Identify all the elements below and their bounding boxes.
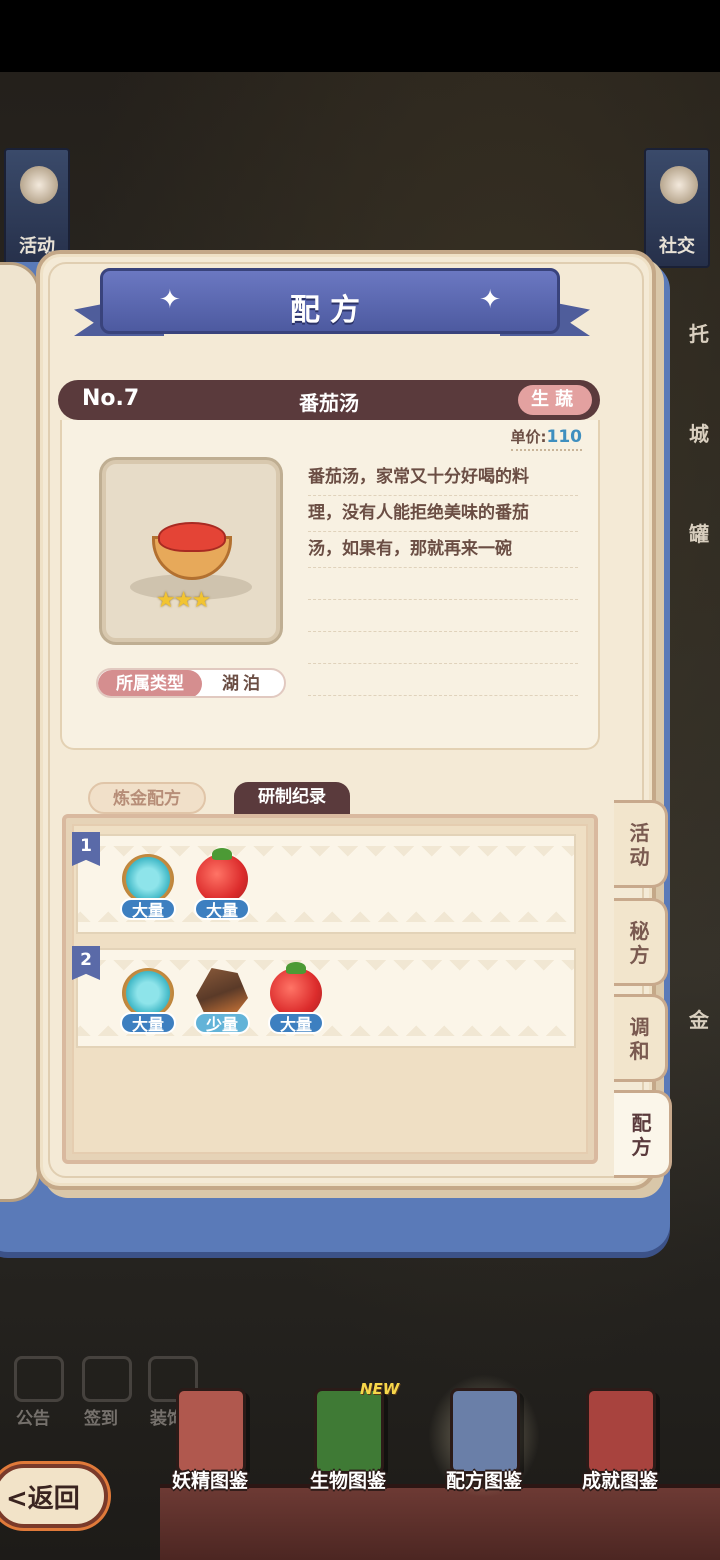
records-panel: 1 大量 大量 2 大量 少量 大量	[62, 814, 598, 1164]
nav-fairy-codex[interactable]: 妖精图鉴	[150, 1378, 270, 1498]
tab-alchemy-recipe[interactable]: 炼金配方	[88, 782, 206, 814]
item-type-key: 所属类型	[98, 670, 202, 696]
side-tab-secret[interactable]: 秘方	[614, 898, 668, 986]
item-description: 番茄汤，家常又十分好喝的料 理，没有人能拒绝美味的番茄 汤，如果有，那就再来一碗	[308, 460, 578, 696]
ingredient-quantity: 大量	[120, 1012, 176, 1034]
social-banner[interactable]: 社交	[644, 148, 710, 268]
ingredient-quantity: 大量	[194, 898, 250, 920]
item-category-tag: 生蔬	[518, 385, 592, 415]
tomato-icon	[270, 962, 322, 1018]
creature-book-icon	[314, 1388, 384, 1474]
new-badge: NEW	[360, 1380, 400, 1398]
back-button-label: <返回	[6, 1484, 80, 1514]
price: 单价:110	[510, 426, 583, 451]
book-left-page	[0, 262, 40, 1202]
price-value: 110	[546, 427, 583, 447]
nav-label: 妖精图鉴	[171, 1470, 248, 1492]
title-ribbon: ✦ 配方 ✦	[100, 268, 560, 334]
side-tab-label: 调和	[629, 1015, 650, 1063]
nav-creature-codex[interactable]: NEW 生物图鉴	[288, 1378, 408, 1498]
ingredient[interactable]: 大量	[190, 848, 254, 924]
side-tab-label: 配方	[631, 1111, 652, 1159]
nav-label: 生物图鉴	[309, 1470, 386, 1492]
checkin-icon[interactable]	[82, 1356, 132, 1402]
right-strip-label: 托	[689, 322, 709, 346]
water-icon	[122, 854, 174, 904]
ingredient[interactable]: 大量	[264, 962, 328, 1038]
price-label: 单价:	[510, 428, 547, 446]
right-strip-label: 罐	[689, 522, 709, 546]
top-status-area	[0, 0, 720, 72]
right-strip-label: 金	[689, 1008, 709, 1032]
ingredient[interactable]: 少量	[190, 968, 254, 1038]
notice-label: 公告	[16, 1409, 50, 1429]
nav-label: 配方图鉴	[445, 1470, 522, 1492]
record-index: 2	[72, 946, 100, 980]
ingredient[interactable]: 大量	[116, 854, 180, 924]
right-strip-label: 城	[689, 422, 709, 446]
back-button[interactable]: <返回	[0, 1464, 108, 1528]
side-tab-label: 活动	[629, 821, 650, 869]
fairy-book-icon	[176, 1388, 246, 1474]
water-icon	[122, 968, 174, 1018]
achievement-book-icon	[586, 1388, 656, 1474]
record-row: 1 大量 大量	[72, 832, 576, 934]
activity-icon	[20, 166, 58, 204]
star-icon: ★	[173, 588, 194, 613]
rating-stars: ★★★	[156, 588, 211, 613]
side-tab-recipe[interactable]: 配方	[614, 1090, 672, 1178]
item-type: 所属类型 湖泊	[96, 668, 286, 698]
tab-research-records[interactable]: 研制纪录	[234, 782, 350, 814]
record-row: 2 大量 少量 大量	[72, 946, 576, 1048]
rock-icon	[196, 968, 248, 1018]
record-index: 1	[72, 832, 100, 866]
side-tab-label: 秘方	[629, 919, 650, 967]
social-banner-label: 社交	[659, 236, 695, 257]
description-line: 番茄汤，家常又十分好喝的料	[308, 460, 578, 496]
item-portrait: ★★★	[102, 460, 280, 642]
ingredient-quantity: 大量	[268, 1012, 324, 1034]
recipe-book-icon	[450, 1388, 520, 1474]
social-icon	[660, 166, 698, 204]
side-tab-blend[interactable]: 调和	[614, 994, 668, 1082]
description-line: 汤，如果有，那就再来一碗	[308, 532, 578, 568]
ingredient-quantity: 少量	[194, 1012, 250, 1034]
sparkle-icon: ✦	[479, 285, 501, 315]
star-icon: ★	[156, 588, 176, 613]
description-line: 理，没有人能拒绝美味的番茄	[308, 496, 578, 532]
item-type-value: 湖泊	[222, 674, 264, 694]
item-header: No.7 番茄汤 生蔬	[58, 380, 600, 420]
notice-icon[interactable]	[14, 1356, 64, 1402]
tomato-soup-icon	[158, 522, 226, 552]
nav-label: 成就图鉴	[581, 1470, 658, 1492]
nav-achievement-codex[interactable]: 成就图鉴	[560, 1378, 680, 1498]
tomato-icon	[196, 848, 248, 904]
ingredient-quantity: 大量	[120, 898, 176, 920]
side-tab-activity[interactable]: 活动	[614, 800, 668, 888]
star-icon: ★	[191, 588, 211, 613]
checkin-label: 签到	[84, 1409, 118, 1429]
ingredient[interactable]: 大量	[116, 968, 180, 1038]
item-detail-panel: 单价:110 ★★★ 所属类型 湖泊 番茄汤，家常又十分好喝的料 理，没有人能拒…	[60, 420, 600, 750]
nav-recipe-codex[interactable]: 配方图鉴	[424, 1374, 544, 1498]
